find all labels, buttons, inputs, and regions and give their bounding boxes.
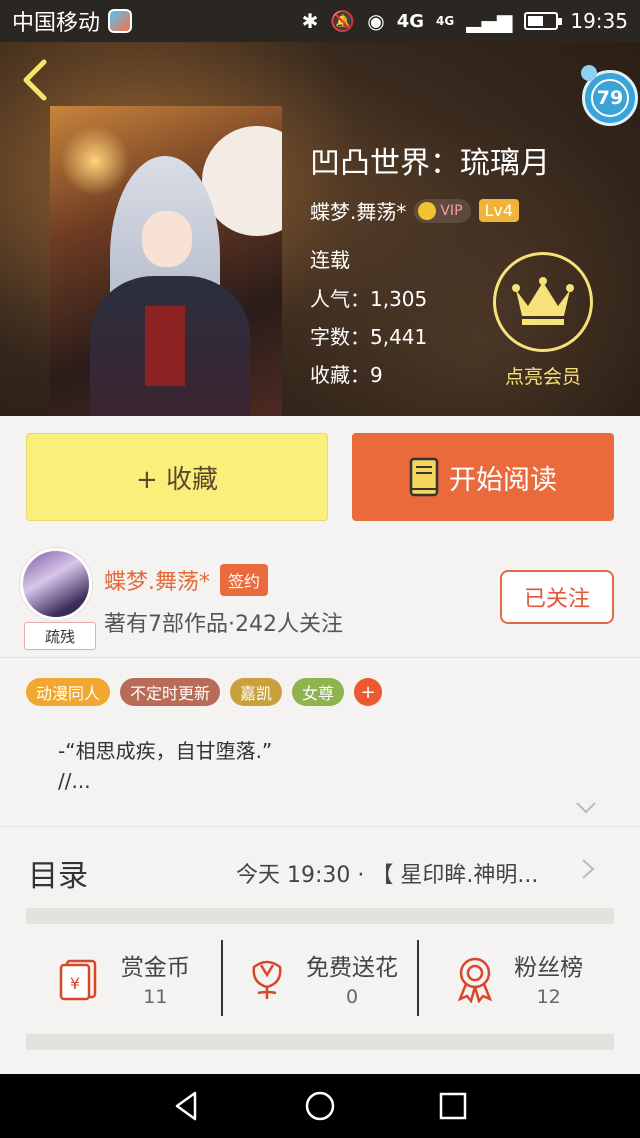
eye-icon: ◉ bbox=[367, 9, 385, 33]
vip-label: VIP bbox=[440, 202, 463, 219]
badge-count: 79 bbox=[591, 79, 629, 117]
start-reading-label: 开始阅读 bbox=[449, 464, 557, 496]
popularity-row: 人气：1,305 bbox=[310, 283, 427, 312]
battery-icon bbox=[524, 12, 563, 30]
toc-label: 目录 bbox=[28, 859, 88, 894]
recents-square-icon[interactable] bbox=[435, 1088, 471, 1124]
home-circle-icon[interactable] bbox=[302, 1088, 338, 1124]
start-reading-button[interactable]: 开始阅读 bbox=[352, 433, 614, 521]
favorites-label: 收藏： bbox=[310, 363, 370, 387]
book-author[interactable]: 蝶梦.舞荡* bbox=[310, 196, 406, 225]
stats-bar: ¥ 赏金币 11 免费送花 0 粉丝榜 12 bbox=[26, 940, 614, 1016]
flower-icon bbox=[252, 960, 282, 999]
clock: 19:35 bbox=[570, 9, 628, 33]
favorites-row: 收藏：9 bbox=[310, 359, 383, 388]
crown-icon bbox=[418, 201, 437, 220]
tag-list: 动漫同人 不定时更新 嘉凯 女尊 + bbox=[26, 678, 383, 706]
book-status: 连载 bbox=[310, 248, 350, 272]
crown-icon bbox=[493, 252, 593, 352]
status-icons: ✱ 🔕 ◉ 4G 4G ▂▄▆ 19:35 bbox=[302, 9, 628, 33]
status-bar: 中国移动 ✱ 🔕 ◉ 4G 4G ▂▄▆ 19:35 bbox=[0, 0, 640, 42]
divider bbox=[26, 1034, 614, 1050]
carrier-name: 中国移动 bbox=[12, 11, 101, 36]
signed-badge: 签约 bbox=[220, 564, 269, 596]
free-flower-stat[interactable]: 免费送花 0 bbox=[220, 940, 418, 1016]
level-badge: Lv4 bbox=[478, 199, 520, 222]
member-button[interactable]: 点亮会员 bbox=[493, 252, 593, 389]
stat-value: 12 bbox=[536, 986, 561, 1008]
tag-item[interactable]: 女尊 bbox=[292, 678, 345, 706]
favorites-value: 9 bbox=[370, 363, 383, 387]
author-card[interactable]: 疏残 蝶梦.舞荡* 签约 著有7部作品·242人关注 已关注 bbox=[0, 540, 640, 658]
stat-label: 粉丝榜 bbox=[514, 955, 584, 981]
bluetooth-icon: ✱ bbox=[301, 9, 319, 33]
carrier: 中国移动 bbox=[12, 5, 133, 37]
tag-item[interactable]: 动漫同人 bbox=[26, 678, 111, 706]
book-description[interactable]: -“相思成疾，自甘堕落.” //... bbox=[58, 736, 272, 796]
red-envelope-icon: ¥ bbox=[59, 959, 97, 1001]
chevron-down-icon[interactable] bbox=[574, 800, 598, 816]
bubble-icon bbox=[581, 65, 597, 81]
book-title: 凹凸世界：琉璃月 bbox=[310, 146, 550, 181]
add-tag-button[interactable]: + bbox=[354, 678, 383, 706]
system-nav-bar bbox=[0, 1074, 640, 1138]
signal-icon: ▂▄▆ bbox=[466, 9, 513, 33]
words-label: 字数： bbox=[310, 325, 370, 349]
book-hero: 79 凹凸世界：琉璃月 蝶梦.舞荡* VIP Lv4 连载 人气：1,305 字… bbox=[0, 42, 640, 416]
chevron-right-icon bbox=[582, 859, 595, 879]
medal-icon bbox=[457, 957, 493, 1003]
avatar[interactable] bbox=[20, 548, 92, 620]
chevron-left-icon bbox=[23, 59, 47, 101]
follow-button[interactable]: 已关注 bbox=[500, 570, 614, 624]
words-value: 5,441 bbox=[370, 325, 428, 349]
avatar-tag: 疏残 bbox=[24, 622, 96, 650]
popularity-value: 1,305 bbox=[370, 287, 428, 311]
latest-chapter: 今天 19:30 · 【 星印眸.神明... bbox=[236, 863, 539, 888]
app-notification-icon bbox=[108, 9, 133, 33]
reward-coin-stat[interactable]: ¥ 赏金币 11 bbox=[26, 940, 221, 1016]
stat-label: 免费送花 bbox=[306, 955, 398, 981]
book-author-line: 蝶梦.舞荡* VIP Lv4 bbox=[310, 196, 520, 225]
author-stats: 著有7部作品·242人关注 bbox=[104, 612, 343, 637]
stat-label: 赏金币 bbox=[120, 955, 190, 981]
network-label-small: 4G bbox=[436, 14, 455, 28]
popularity-label: 人气： bbox=[310, 287, 370, 311]
author-name[interactable]: 蝶梦.舞荡* bbox=[104, 564, 210, 596]
description-line: -“相思成疾，自甘堕落.” bbox=[58, 739, 273, 763]
fan-ranking-stat[interactable]: 粉丝榜 12 bbox=[417, 940, 614, 1016]
svg-text:¥: ¥ bbox=[70, 974, 80, 993]
words-row: 字数：5,441 bbox=[310, 321, 427, 350]
member-label: 点亮会员 bbox=[504, 366, 581, 388]
book-cover[interactable] bbox=[50, 106, 282, 416]
back-triangle-icon[interactable] bbox=[169, 1088, 205, 1124]
notification-badge[interactable]: 79 bbox=[581, 65, 638, 126]
divider bbox=[26, 908, 614, 924]
stat-value: 11 bbox=[143, 986, 168, 1008]
network-label: 4G bbox=[396, 10, 424, 32]
tag-item[interactable]: 嘉凯 bbox=[230, 678, 283, 706]
book-icon bbox=[409, 457, 439, 497]
back-button[interactable] bbox=[18, 58, 54, 102]
collect-button[interactable]: + 收藏 bbox=[26, 433, 328, 521]
author-name-row: 蝶梦.舞荡* 签约 bbox=[104, 564, 269, 596]
mute-icon: 🔕 bbox=[330, 9, 356, 33]
table-of-contents-row[interactable]: 目录 今天 19:30 · 【 星印眸.神明... bbox=[0, 826, 640, 908]
tag-item[interactable]: 不定时更新 bbox=[120, 678, 221, 706]
description-line: //... bbox=[58, 769, 91, 793]
stat-value: 0 bbox=[345, 986, 359, 1008]
vip-badge: VIP bbox=[414, 198, 471, 223]
